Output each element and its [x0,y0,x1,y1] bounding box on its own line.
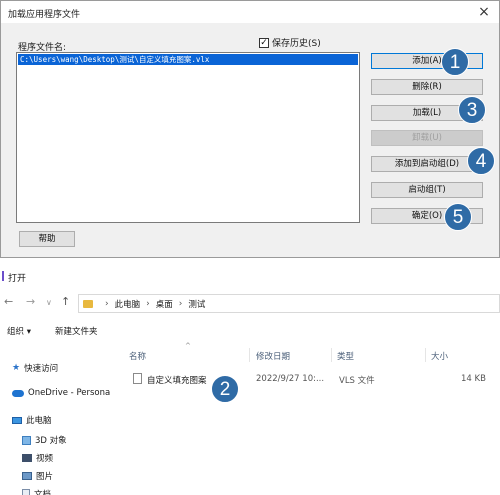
new-folder-button[interactable]: 新建文件夹 [55,325,98,337]
file-row[interactable]: 自定义填充图案 2022/9/27 10:... VLS 文件 14 KB [121,372,500,388]
startup-group-button[interactable]: 启动组(T) [371,182,483,198]
nav-label: 此电脑 [26,416,52,426]
dialog-titlebar: 加载应用程序文件 × [1,1,499,23]
nav-this-pc[interactable]: 此电脑 [12,414,52,426]
breadcrumb-separator: › [178,298,183,309]
close-icon[interactable]: × [475,3,493,21]
delete-button[interactable]: 删除(R) [371,79,483,95]
column-divider[interactable] [249,348,250,362]
navigation-bar: ← → ∨ ↑ › 此电脑 › 桌面 › 测试 [0,292,500,314]
chevron-down-icon[interactable]: ∨ [46,298,52,307]
step-badge-1: 1 [441,48,469,76]
breadcrumb-test[interactable]: 测试 [188,298,205,310]
step-badge-2: 2 [211,375,239,403]
checkbox-check-icon[interactable]: ✓ [259,37,269,48]
breadcrumb-separator: › [146,298,150,309]
help-button[interactable]: 帮助 [19,231,75,247]
file-icon [133,373,142,384]
file-date: 2022/9/27 10:... [256,374,325,384]
unload-button[interactable]: 卸载(U) [371,130,483,146]
file-size: 14 KB [461,374,486,384]
breadcrumb-separator: › [105,298,109,309]
nav-label: 图片 [36,472,54,482]
load-application-dialog: 加载应用程序文件 × 程序文件名: ✓ 保存历史(S) C:\Users\wan… [0,0,500,258]
file-toolbar: 组织 ▾ 新建文件夹 [0,321,500,341]
file-type: VLS 文件 [339,376,375,386]
folder-icon [83,299,93,308]
column-divider[interactable] [331,348,332,362]
save-history-label: 保存历史(S) [272,39,321,49]
nav-3d-objects[interactable]: 3D 对象 [22,434,67,446]
column-header-size[interactable]: 大小 [431,350,448,362]
list-item[interactable]: C:\Users\wang\Desktop\测试\自定义填充图案.vlx [18,54,358,65]
dialog-title: 加载应用程序文件 [8,10,81,20]
step-badge-4: 4 [467,147,495,175]
step-badge-5: 5 [444,203,472,231]
nav-label: OneDrive - Persona [28,388,111,398]
picture-icon [22,472,32,480]
breadcrumb-this-pc[interactable]: 此电脑 [115,298,141,310]
back-arrow-icon[interactable]: ← [4,295,13,308]
column-header-name[interactable]: 名称 [129,350,146,362]
cloud-icon [12,389,24,397]
pin-icon: ★ [12,363,21,373]
navigation-pane: ★ 快速访问 OneDrive - Persona 此电脑 3D 对象 视频 图… [0,344,120,495]
nav-quick-access[interactable]: ★ 快速访问 [12,362,58,374]
address-bar[interactable]: › 此电脑 › 桌面 › 测试 [78,294,500,313]
file-name: 自定义填充图案 [147,376,207,386]
step-badge-3: 3 [458,96,486,124]
cube-icon [22,435,31,445]
forward-arrow-icon[interactable]: → [26,295,35,308]
video-icon [22,454,32,462]
organize-button[interactable]: 组织 ▾ [7,325,31,337]
program-file-list[interactable]: C:\Users\wang\Desktop\测试\自定义填充图案.vlx [16,52,360,223]
sort-caret-icon: ^ [185,342,191,350]
column-header-type[interactable]: 类型 [337,350,354,362]
app-icon [2,271,4,281]
column-divider[interactable] [425,348,426,362]
file-list: 名称 ^ 修改日期 类型 大小 自定义填充图案 2022/9/27 10:...… [121,342,500,495]
nav-documents[interactable]: 文档 [22,488,51,495]
breadcrumb-desktop[interactable]: 桌面 [156,298,173,310]
column-header-date[interactable]: 修改日期 [256,350,290,362]
open-file-dialog: 打开 ← → ∨ ↑ › 此电脑 › 桌面 › 测试 组织 ▾ 新建文件夹 ★ … [0,264,500,495]
nav-label: 快速访问 [24,364,59,374]
nav-onedrive[interactable]: OneDrive - Persona [12,388,110,398]
nav-label: 文档 [34,490,52,495]
nav-pictures[interactable]: 图片 [22,470,53,482]
document-icon [22,489,30,495]
up-arrow-icon[interactable]: ↑ [61,295,70,308]
computer-icon [12,416,22,424]
nav-label: 视频 [36,454,54,464]
nav-label: 3D 对象 [35,436,67,446]
save-history-checkbox[interactable]: ✓ 保存历史(S) [259,36,321,49]
open-dialog-title: 打开 [8,274,27,284]
nav-videos[interactable]: 视频 [22,452,53,464]
